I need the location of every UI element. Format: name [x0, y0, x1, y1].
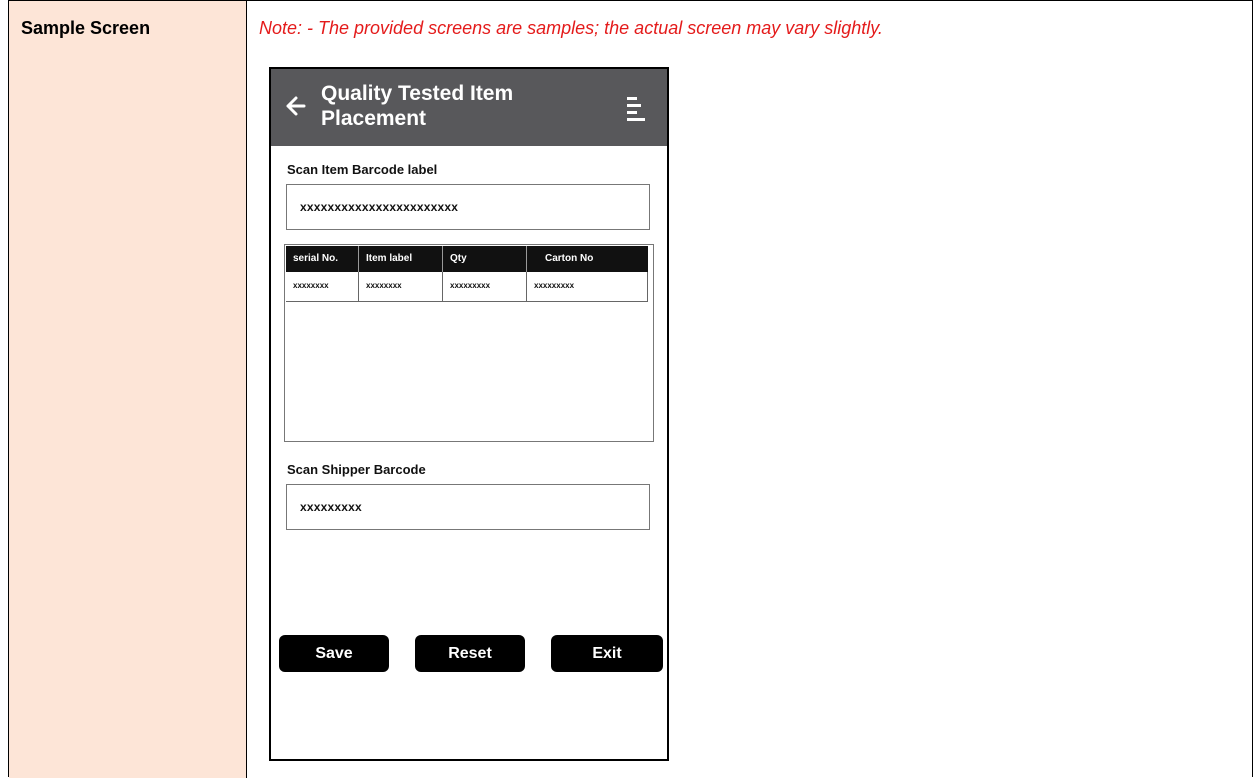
label-cell: Sample Screen: [9, 1, 247, 778]
exit-button[interactable]: Exit: [551, 635, 663, 672]
cell-serial: xxxxxxxx: [286, 272, 359, 301]
cell-qty: xxxxxxxxx: [443, 272, 527, 301]
phone-mockup: Quality Tested Item Placement Scan Item …: [269, 67, 669, 761]
shipper-barcode-input[interactable]: xxxxxxxxx: [286, 484, 650, 530]
item-barcode-label: Scan Item Barcode label: [287, 162, 438, 177]
item-barcode-input[interactable]: xxxxxxxxxxxxxxxxxxxxxxx: [286, 184, 650, 230]
table-row[interactable]: xxxxxxxx xxxxxxxx xxxxxxxxx xxxxxxxxx: [286, 272, 648, 302]
page-title: Quality Tested Item Placement: [321, 82, 514, 130]
shipper-barcode-label: Scan Shipper Barcode: [287, 462, 426, 477]
reset-button[interactable]: Reset: [415, 635, 525, 672]
column-header-item-label: Item label: [359, 246, 443, 272]
column-header-carton: Carton No: [545, 253, 594, 264]
items-table: serial No. Item label Qty Carton No xxxx…: [284, 244, 654, 442]
table-header: serial No. Item label Qty Carton No: [286, 246, 648, 272]
label-cell-text: Sample Screen: [21, 18, 151, 38]
cell-item-label: xxxxxxxx: [359, 272, 443, 301]
back-arrow-icon[interactable]: [285, 93, 307, 119]
app-header: Quality Tested Item Placement: [271, 69, 667, 146]
sample-note: Note: - The provided screens are samples…: [259, 18, 883, 38]
menu-icon[interactable]: [627, 97, 645, 121]
column-header-qty: Qty: [443, 246, 527, 272]
column-header-serial: serial No.: [286, 246, 359, 272]
cell-carton: xxxxxxxxx: [527, 272, 648, 301]
save-button[interactable]: Save: [279, 635, 389, 672]
